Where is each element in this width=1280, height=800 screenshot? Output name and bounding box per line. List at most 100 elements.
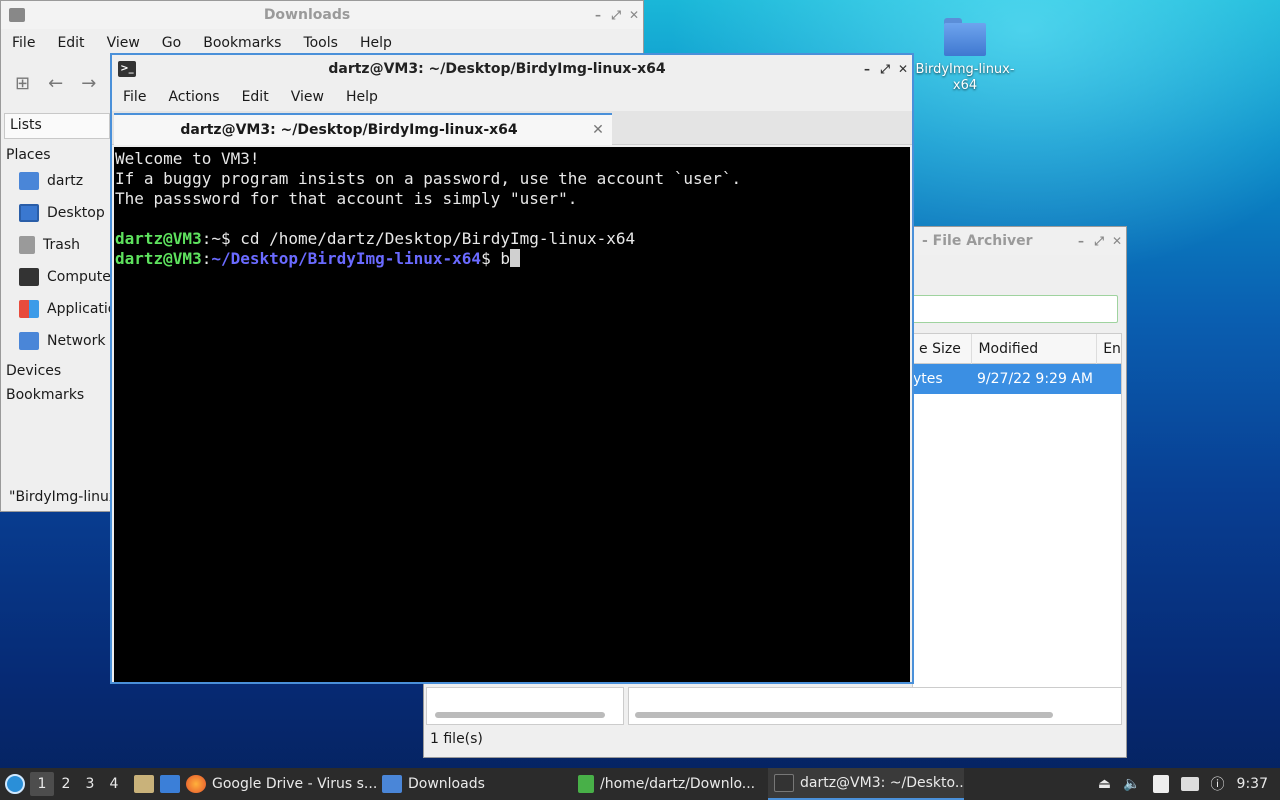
system-tray: ⏏ 🔈 ⓘ 9:37 xyxy=(1098,774,1280,794)
prompt-path: :~ xyxy=(201,229,221,248)
update-notifier-icon[interactable]: ⓘ xyxy=(1211,774,1225,794)
terminal-tab[interactable]: dartz@VM3: ~/Desktop/BirdyImg-linux-x64 … xyxy=(114,113,612,145)
prompt-colon: : xyxy=(201,249,212,268)
menu-view[interactable]: View xyxy=(96,35,151,51)
bookmarks-header[interactable]: Bookmarks xyxy=(1,381,113,405)
volume-icon[interactable]: 🔈 xyxy=(1123,776,1140,792)
home-folder-icon xyxy=(19,172,39,190)
window-title: dartz@VM3: ~/Desktop/BirdyImg-linux-x64 xyxy=(328,61,666,77)
workspace-1[interactable]: 1 xyxy=(30,772,54,796)
applications-icon xyxy=(19,300,39,318)
window-title: Downloads xyxy=(263,7,351,23)
status-bar: 1 file(s) xyxy=(430,731,483,747)
folder-icon xyxy=(9,8,25,22)
close-icon[interactable]: ✕ xyxy=(894,62,912,76)
sidebar-item-applications[interactable]: Applications xyxy=(1,293,113,325)
folder-tree-pane xyxy=(426,687,624,725)
network-icon[interactable] xyxy=(1180,777,1199,791)
back-icon[interactable]: ← xyxy=(48,73,63,94)
show-desktop-icon[interactable] xyxy=(160,775,180,793)
new-tab-icon[interactable]: ⊞ xyxy=(15,73,30,94)
menu-help[interactable]: Help xyxy=(349,35,403,51)
close-icon[interactable]: ✕ xyxy=(1108,234,1126,248)
desktop-folder-birdyimg[interactable]: BirdyImg-linux-x64 xyxy=(905,14,1025,94)
terminal-window[interactable]: >_ dartz@VM3: ~/Desktop/BirdyImg-linux-x… xyxy=(110,53,914,684)
clock[interactable]: 9:37 xyxy=(1237,776,1268,792)
folder-icon xyxy=(944,18,986,56)
menu-file[interactable]: File xyxy=(112,89,157,105)
terminal-tabbar: dartz@VM3: ~/Desktop/BirdyImg-linux-x64 … xyxy=(112,111,912,145)
sidebar-item-desktop[interactable]: Desktop xyxy=(1,197,113,229)
cell-size: ytes xyxy=(913,371,943,387)
task-terminal[interactable]: dartz@VM3: ~/Deskto... xyxy=(768,768,964,800)
sidebar-item-label: Desktop xyxy=(47,205,105,221)
minimize-icon[interactable]: – xyxy=(589,8,607,22)
minimize-icon[interactable]: – xyxy=(858,62,876,76)
sidebar-item-dartz[interactable]: dartz xyxy=(1,165,113,197)
start-menu-button[interactable] xyxy=(0,768,30,800)
menu-edit[interactable]: Edit xyxy=(231,89,280,105)
task-archiver[interactable]: /home/dartz/Downlo... xyxy=(572,768,768,800)
forward-icon[interactable]: → xyxy=(81,73,96,94)
file-manager-launcher-icon[interactable] xyxy=(134,775,154,793)
menu-edit[interactable]: Edit xyxy=(46,35,95,51)
terminal-titlebar[interactable]: >_ dartz@VM3: ~/Desktop/BirdyImg-linux-x… xyxy=(112,55,912,83)
eject-icon[interactable]: ⏏ xyxy=(1098,776,1111,792)
sidebar-item-label: Applications xyxy=(47,301,113,317)
menu-file[interactable]: File xyxy=(1,35,46,51)
column-size[interactable]: e Size xyxy=(913,333,973,364)
maximize-icon[interactable]: ⤢ xyxy=(1090,234,1108,249)
sidebar-item-network[interactable]: Network xyxy=(1,325,113,357)
terminal-icon xyxy=(774,774,794,792)
terminal-screen[interactable]: Welcome to VM3! If a buggy program insist… xyxy=(114,147,910,682)
menu-bookmarks[interactable]: Bookmarks xyxy=(192,35,292,51)
sidebar-item-label: Computer xyxy=(47,269,113,285)
menu-tools[interactable]: Tools xyxy=(292,35,349,51)
sidebar-item-computer[interactable]: Computer xyxy=(1,261,113,293)
prompt-command: $ cd /home/dartz/Desktop/BirdyImg-linux-… xyxy=(220,229,636,248)
table-row[interactable]: ytes 9/27/22 9:29 AM xyxy=(913,364,1121,394)
cell-modified: 9/27/22 9:29 AM xyxy=(977,371,1093,387)
devices-header[interactable]: Devices xyxy=(1,357,113,381)
maximize-icon[interactable]: ⤢ xyxy=(876,62,894,77)
sidebar-mode-select[interactable]: Lists xyxy=(4,113,110,139)
tab-label: dartz@VM3: ~/Desktop/BirdyImg-linux-x64 xyxy=(180,122,518,138)
menu-view[interactable]: View xyxy=(280,89,335,105)
terminal-prompt-line: dartz@VM3:~/Desktop/BirdyImg-linux-x64$ … xyxy=(115,249,910,269)
network-icon xyxy=(19,332,39,350)
terminal-prompt-line: dartz@VM3:~$ cd /home/dartz/Desktop/Bird… xyxy=(115,229,910,249)
location-input[interactable] xyxy=(912,295,1118,323)
menu-go[interactable]: Go xyxy=(151,35,192,51)
column-modified[interactable]: Modified xyxy=(972,333,1098,364)
file-list-table: e Size Modified En ytes 9/27/22 9:29 AM xyxy=(912,333,1122,703)
window-title: - File Archiver xyxy=(922,233,1033,249)
maximize-icon[interactable]: ⤢ xyxy=(607,8,625,23)
close-tab-icon[interactable]: ✕ xyxy=(584,122,612,138)
workspace-4[interactable]: 4 xyxy=(102,772,126,796)
sidebar-item-trash[interactable]: Trash xyxy=(1,229,113,261)
sidebar-item-label: dartz xyxy=(47,173,84,189)
workspace-3[interactable]: 3 xyxy=(78,772,102,796)
task-firefox[interactable]: Google Drive - Virus s... xyxy=(180,768,376,800)
menu-help[interactable]: Help xyxy=(335,89,389,105)
firefox-icon xyxy=(186,775,206,793)
minimize-icon[interactable]: – xyxy=(1072,234,1090,248)
table-header: e Size Modified En xyxy=(913,333,1121,364)
desktop-icon-label: BirdyImg-linux-x64 xyxy=(915,62,1015,93)
task-downloads[interactable]: Downloads xyxy=(376,768,572,800)
horizontal-scrollbar[interactable] xyxy=(435,712,605,718)
sidebar-item-label: Network xyxy=(47,333,106,349)
taskbar: 1 2 3 4 Google Drive - Virus s... Downlo… xyxy=(0,768,1280,800)
downloads-titlebar[interactable]: Downloads – ⤢ ✕ xyxy=(1,1,643,29)
horizontal-scrollbar[interactable] xyxy=(635,712,1053,718)
prompt-path: ~/Desktop/BirdyImg-linux-x64 xyxy=(211,249,482,268)
column-extra[interactable]: En xyxy=(1097,334,1121,364)
close-icon[interactable]: ✕ xyxy=(625,8,643,22)
desktop-icon xyxy=(19,204,39,222)
clipboard-icon[interactable] xyxy=(1152,775,1169,793)
lubuntu-logo-icon xyxy=(5,774,25,794)
workspace-2[interactable]: 2 xyxy=(54,772,78,796)
status-bar: "BirdyImg-linux xyxy=(9,489,118,505)
menu-actions[interactable]: Actions xyxy=(157,89,230,105)
